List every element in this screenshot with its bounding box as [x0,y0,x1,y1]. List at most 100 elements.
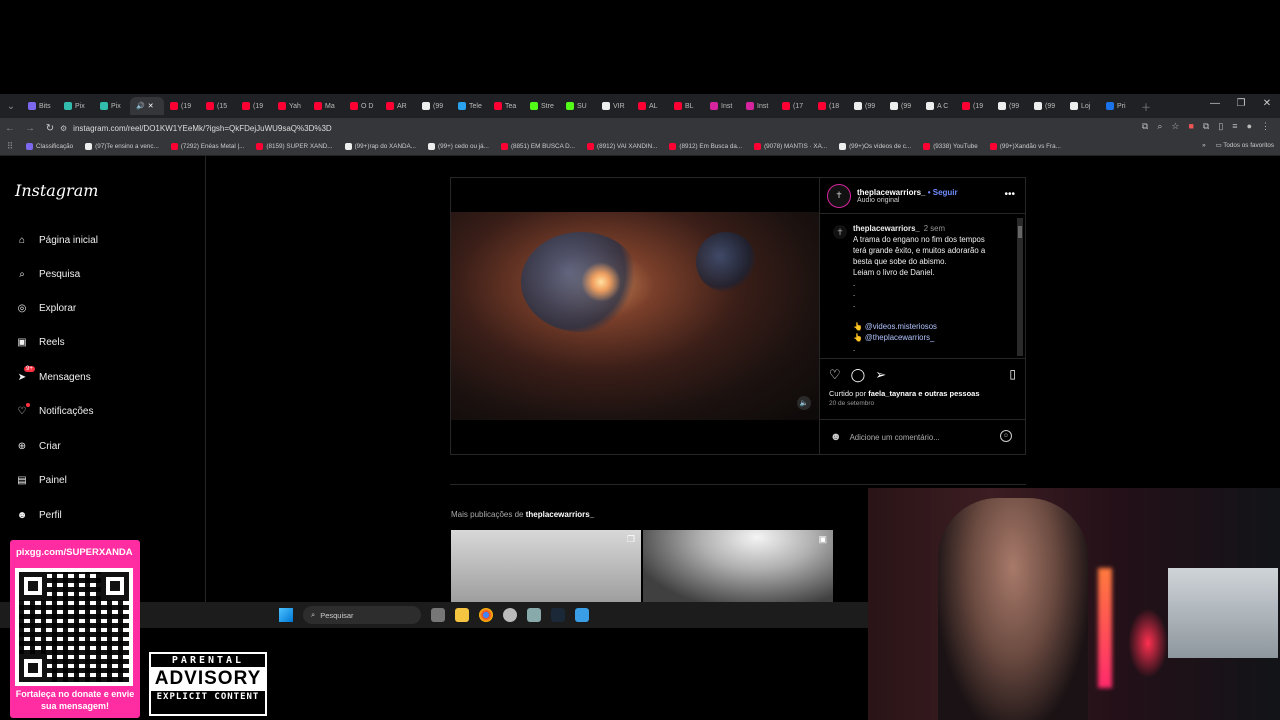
save-icon[interactable]: ▯ [1009,367,1016,381]
browser-tab[interactable]: O D [344,97,380,115]
url-input[interactable]: instagram.com/reel/DO1KW1YEeMk/?igsh=QkF… [73,124,332,133]
start-icon[interactable] [279,608,293,622]
star-icon[interactable]: ☆ [1171,121,1179,132]
more-publications-user[interactable]: theplacewarriors_ [526,510,594,519]
app-icon[interactable] [575,608,589,622]
extensions-icon[interactable]: ⧉ [1203,121,1209,132]
sidebar-item-home[interactable]: ⌂ Página inicial [14,232,98,248]
bookmark-item[interactable]: (99+)Xandão vs Fra... [984,143,1067,150]
mute-icon[interactable]: 🔈 [797,396,811,410]
sidebar-item-messages[interactable]: ➤ 9+ Mensagens [14,366,91,385]
bookmark-item[interactable]: (8912) VAI XANDIN... [581,143,663,150]
browser-tab[interactable]: AL [632,97,668,115]
follow-button[interactable]: Seguir [933,188,958,197]
share-icon[interactable]: ➢ [875,367,886,383]
task-view-icon[interactable] [431,608,445,622]
scroll-thumb[interactable] [1018,226,1022,238]
browser-tab[interactable]: (19 [956,97,992,115]
bookmarks-overflow-icon[interactable]: » [1202,142,1206,149]
like-icon[interactable]: ♡ [829,367,841,383]
close-window-icon[interactable]: ✕ [1254,94,1280,118]
profile-avatar-icon[interactable]: ● [1247,121,1252,132]
sidebar-item-create[interactable]: ⊕ Criar [14,438,61,454]
audio-label[interactable]: Áudio original [857,197,958,204]
browser-tab[interactable]: A C [920,97,956,115]
browser-tab[interactable]: (19 [236,97,272,115]
comment-input[interactable]: Adicione um comentário... [850,433,940,442]
mention-theplacewarriors[interactable]: @theplacewarriors_ [865,333,934,342]
browser-tab[interactable]: (17 [776,97,812,115]
browser-tab[interactable]: Tele [452,97,488,115]
sidebar-item-dashboard[interactable]: ▤ Painel [14,472,67,488]
browser-tab[interactable]: (18 [812,97,848,115]
zoom-icon[interactable]: ⌕ [1157,121,1162,132]
bookmark-item[interactable]: (99+) cedo ou já... [422,143,495,150]
install-icon[interactable]: ⧉ [1142,121,1148,132]
reel-video[interactable]: 🔈 [451,178,819,454]
browser-tab[interactable]: (19 [164,97,200,115]
steam-icon[interactable] [551,608,565,622]
bookmark-item[interactable]: Classificação [20,143,79,150]
browser-tab[interactable]: VIR [596,97,632,115]
browser-tab[interactable]: Inst [740,97,776,115]
active-tab[interactable]: 🔊 ✕ [130,97,164,115]
bookmark-item[interactable]: (97)Te ensino a venc... [79,143,165,150]
sidebar-item-reels[interactable]: ▣ Reels [14,334,64,350]
browser-tab[interactable]: (99 [884,97,920,115]
taskbar-search[interactable]: ⌕ Pesquisar [303,606,421,624]
sidebar-item-explore[interactable]: ◎ Explorar [14,300,77,316]
publication-thumbnail[interactable]: ▣ [643,530,833,602]
liked-user[interactable]: faela_taynara [868,389,916,398]
browser-tab[interactable]: Inst [704,97,740,115]
browser-tab[interactable]: Pri [1100,97,1136,115]
publication-thumbnail[interactable]: ❐ [451,530,641,602]
browser-tab[interactable]: AR [380,97,416,115]
bookmark-item[interactable]: (8851) EM BUSCA D... [495,143,581,150]
media-icon[interactable]: ≡ [1232,121,1237,132]
bookmark-item[interactable]: (99+)rap do XANDÃ... [339,143,422,150]
menu-icon[interactable]: ⋮ [1261,121,1270,132]
minimize-icon[interactable]: — [1202,94,1228,118]
sidebar-item-notifications[interactable]: ♡ Notificações [14,403,93,419]
browser-tab[interactable]: Pix [58,97,94,115]
reload-icon[interactable]: ↻ [40,123,60,134]
bookmark-item[interactable]: (99+)Os vídeos de c... [833,143,917,150]
site-info-icon[interactable]: ⚙ [60,124,67,133]
bookmark-item[interactable]: (9338) YouTube [917,143,984,150]
mention-videos-misteriosos[interactable]: @videos.misteriosos [865,322,937,331]
browser-tab[interactable]: (99 [1028,97,1064,115]
sidebar-icon[interactable]: ▯ [1218,121,1223,132]
video-frame[interactable] [451,212,819,420]
back-icon[interactable]: ← [0,123,20,134]
app-icon[interactable] [503,608,517,622]
browser-tab[interactable]: (99 [416,97,452,115]
tab-search-icon[interactable]: ⌄ [0,101,22,112]
close-tab-icon[interactable]: ✕ [148,102,154,110]
author-username[interactable]: theplacewarriors_ [857,188,925,197]
caption-scrollbar[interactable] [1017,218,1023,356]
browser-tab[interactable]: BL [668,97,704,115]
browser-tab[interactable]: Pix [94,97,130,115]
file-explorer-icon[interactable] [455,608,469,622]
caption-username[interactable]: theplacewarriors_ [853,224,920,233]
all-bookmarks-folder[interactable]: ▭ Todos os favoritos [1216,142,1274,149]
sidebar-item-profile[interactable]: ☻ Perfil [14,507,62,523]
extension-icon[interactable]: ■ [1188,121,1193,132]
browser-tab[interactable]: (99 [848,97,884,115]
settings-icon[interactable] [527,608,541,622]
instagram-logo[interactable]: Instagram [15,181,98,200]
bookmark-item[interactable]: (8159) SUPER XAND... [250,143,338,150]
liked-others[interactable]: e outras pessoas [918,389,979,398]
sidebar-item-search[interactable]: ⌕ Pesquisa [14,266,80,282]
caption-avatar[interactable]: ✝ [833,225,847,239]
author-avatar[interactable]: ✝ [827,183,851,208]
bookmark-item[interactable]: (9078) MANTIS · XA... [748,143,833,150]
chrome-icon[interactable] [479,608,493,622]
browser-tab[interactable]: Yah [272,97,308,115]
browser-tab[interactable]: Stre [524,97,560,115]
bookmark-item[interactable]: (7292) Enéas Metal |... [165,143,251,150]
comment-icon[interactable]: ◯ [851,367,866,383]
browser-tab[interactable]: Bits [22,97,58,115]
bookmark-item[interactable]: (8912) Em Busca da... [663,143,748,150]
browser-tab[interactable]: Ma [308,97,344,115]
